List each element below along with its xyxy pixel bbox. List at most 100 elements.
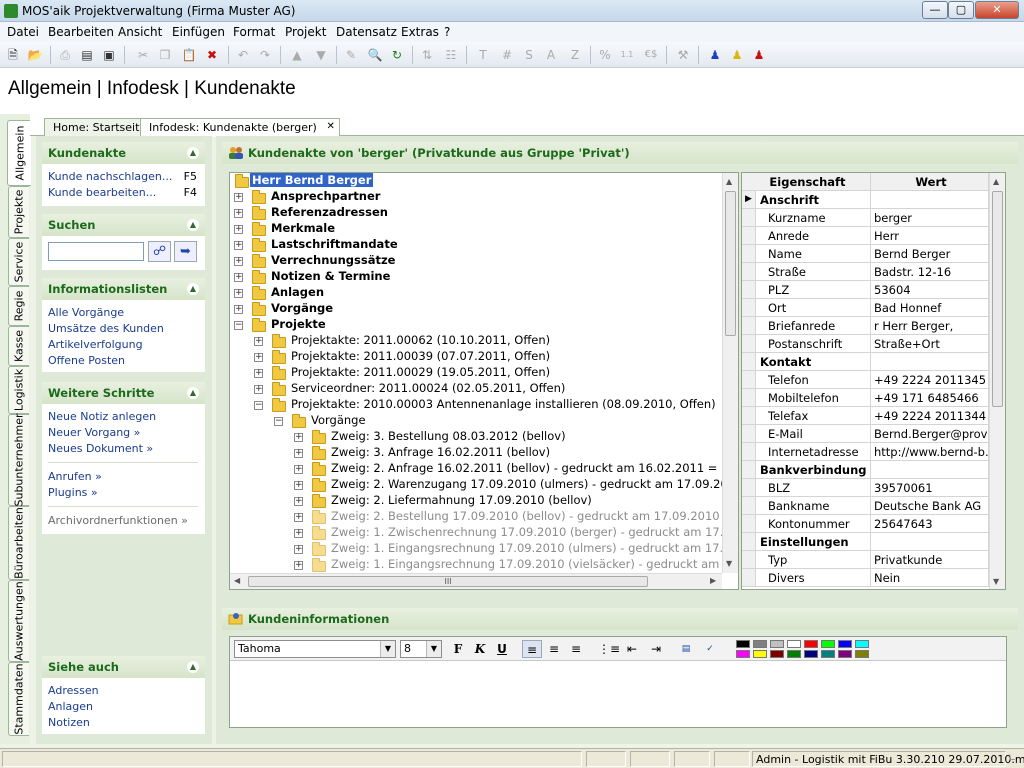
a-icon[interactable]: A	[542, 46, 560, 64]
property-value[interactable]: Deutsche Bank AG	[871, 497, 989, 515]
open-record-icon[interactable]: ▣	[100, 46, 118, 64]
expand-icon[interactable]: +	[234, 209, 243, 218]
collapse-icon[interactable]: ▲	[187, 661, 199, 673]
anlagen-link[interactable]: Anlagen	[48, 700, 93, 713]
property-name[interactable]: Mobiltelefon	[756, 389, 871, 407]
property-name[interactable]: Telefax	[756, 407, 871, 425]
color-swatch[interactable]	[770, 640, 784, 648]
property-value[interactable]	[871, 353, 989, 371]
vtab-projekte[interactable]: Projekte	[8, 186, 29, 238]
h-scroll-thumb[interactable]: III	[248, 576, 648, 587]
property-value[interactable]: +49 2224 2011345	[871, 371, 989, 389]
close-window-button[interactable]: ✕	[975, 1, 1019, 19]
collapse-node-icon[interactable]: −	[274, 417, 283, 426]
z-icon[interactable]: Z	[566, 46, 584, 64]
property-value[interactable]: Privatkunde	[871, 551, 989, 569]
adressen-link[interactable]: Adressen	[48, 684, 99, 697]
menu-datei[interactable]: Datei	[7, 25, 39, 39]
anrufen-link[interactable]: Anrufen »	[48, 470, 102, 483]
color-swatch[interactable]	[804, 650, 818, 658]
find-icon[interactable]: 🔍	[366, 46, 384, 64]
property-name[interactable]: Kontonummer	[756, 515, 871, 533]
property-name[interactable]: Anrede	[756, 227, 871, 245]
expand-icon[interactable]: +	[254, 369, 263, 378]
user-blue-icon[interactable]: ♟	[706, 46, 724, 64]
property-name[interactable]: Typ	[756, 551, 871, 569]
font-family-select[interactable]: Tahoma ▼	[234, 640, 396, 658]
archivordner-link[interactable]: Archivordnerfunktionen »	[48, 514, 188, 527]
vtab-regie[interactable]: Regie	[8, 286, 29, 326]
tools-icon[interactable]: ⚒	[674, 46, 692, 64]
property-value[interactable]: 53604	[871, 281, 989, 299]
indent-icon[interactable]: ⇥	[646, 640, 666, 658]
property-name[interactable]: Name	[756, 245, 871, 263]
new-document-icon[interactable]: 🗎	[4, 46, 22, 64]
siehe-auch-header[interactable]: Siehe auch ▲	[42, 656, 205, 678]
expand-icon[interactable]: +	[294, 529, 303, 538]
editor-text-area[interactable]	[230, 662, 1006, 727]
property-value[interactable]: http://www.bernd-b...	[871, 443, 989, 461]
property-group[interactable]: Bankverbindung	[756, 461, 871, 479]
scroll-down-icon[interactable]: ▼	[993, 577, 999, 586]
scroll-left-icon[interactable]: ◀	[234, 576, 240, 585]
color-swatch[interactable]	[787, 640, 801, 648]
color-swatch[interactable]	[787, 650, 801, 658]
color-swatch[interactable]	[838, 650, 852, 658]
notizen-link[interactable]: Notizen	[48, 716, 90, 729]
property-name[interactable]: BLZ	[756, 479, 871, 497]
align-right-icon[interactable]: ≡	[566, 640, 586, 658]
search-input[interactable]	[48, 242, 144, 261]
property-value[interactable]: Straße+Ort	[871, 335, 989, 353]
expand-icon[interactable]: +	[294, 449, 303, 458]
sort-icon[interactable]: ⇅	[418, 46, 436, 64]
color-swatch[interactable]	[838, 640, 852, 648]
vtab-bueroarbeiten[interactable]: Büroarbeiten	[8, 506, 29, 580]
property-value[interactable]	[871, 533, 989, 551]
user-yellow-icon[interactable]: ♟	[728, 46, 746, 64]
vtab-stammdaten[interactable]: Stammdaten	[8, 662, 29, 736]
neuer-vorgang-link[interactable]: Neuer Vorgang »	[48, 426, 140, 439]
property-value[interactable]: Bernd.Berger@provi...	[871, 425, 989, 443]
color-swatch[interactable]	[821, 650, 835, 658]
props-vertical-scrollbar[interactable]: ▲ ▼	[989, 173, 1005, 589]
property-value[interactable]	[871, 191, 989, 209]
neue-notiz-link[interactable]: Neue Notiz anlegen	[48, 410, 156, 423]
user-red-icon[interactable]: ♟	[750, 46, 768, 64]
scroll-thumb[interactable]	[992, 191, 1003, 407]
color-swatch[interactable]	[770, 650, 784, 658]
artikelverfolgung-link[interactable]: Artikelverfolgung	[48, 338, 143, 351]
currency-icon[interactable]: €$	[642, 46, 660, 64]
menu-projekt[interactable]: Projekt	[285, 25, 326, 39]
kunde-nachschlagen-link[interactable]: Kunde nachschlagen...	[48, 170, 172, 183]
property-group[interactable]: Einstellungen	[756, 533, 871, 551]
property-value[interactable]: +49 171 6485466	[871, 389, 989, 407]
maximize-button[interactable]: ▢	[948, 1, 974, 19]
expand-icon[interactable]: +	[294, 497, 303, 506]
filter-icon[interactable]: ☷	[442, 46, 460, 64]
open-folder-icon[interactable]: 📂	[26, 46, 44, 64]
property-name[interactable]: E-Mail	[756, 425, 871, 443]
vtab-kasse[interactable]: Kasse	[8, 326, 29, 366]
kundenakte-header[interactable]: Kundenakte ▲	[42, 142, 205, 164]
delete-icon[interactable]: ✖	[203, 46, 221, 64]
property-value[interactable]: Badstr. 12-16	[871, 263, 989, 281]
bullet-list-icon[interactable]: ⋮≡	[598, 640, 620, 658]
search-next-icon[interactable]: ➥	[174, 241, 197, 262]
menu-ansicht[interactable]: Ansicht	[118, 25, 162, 39]
underline-button[interactable]: U	[492, 640, 512, 658]
expand-icon[interactable]: +	[254, 385, 263, 394]
property-name[interactable]: Kurzname	[756, 209, 871, 227]
menu-einfuegen[interactable]: Einfügen	[172, 25, 225, 39]
expand-icon[interactable]: +	[294, 545, 303, 554]
suchen-header[interactable]: Suchen ▲	[42, 214, 205, 236]
color-swatch[interactable]	[736, 650, 750, 658]
spellcheck-icon[interactable]: ✓	[700, 640, 720, 658]
tab-home[interactable]: Home: Startseite	[44, 118, 156, 136]
expand-icon[interactable]: +	[234, 241, 243, 250]
italic-button[interactable]: K	[470, 640, 490, 658]
scroll-up-icon[interactable]: ▲	[726, 177, 732, 186]
offene-posten-link[interactable]: Offene Posten	[48, 354, 125, 367]
property-value[interactable]	[871, 461, 989, 479]
property-value[interactable]: Bad Honnef	[871, 299, 989, 317]
cut-icon[interactable]: ✂	[134, 46, 152, 64]
